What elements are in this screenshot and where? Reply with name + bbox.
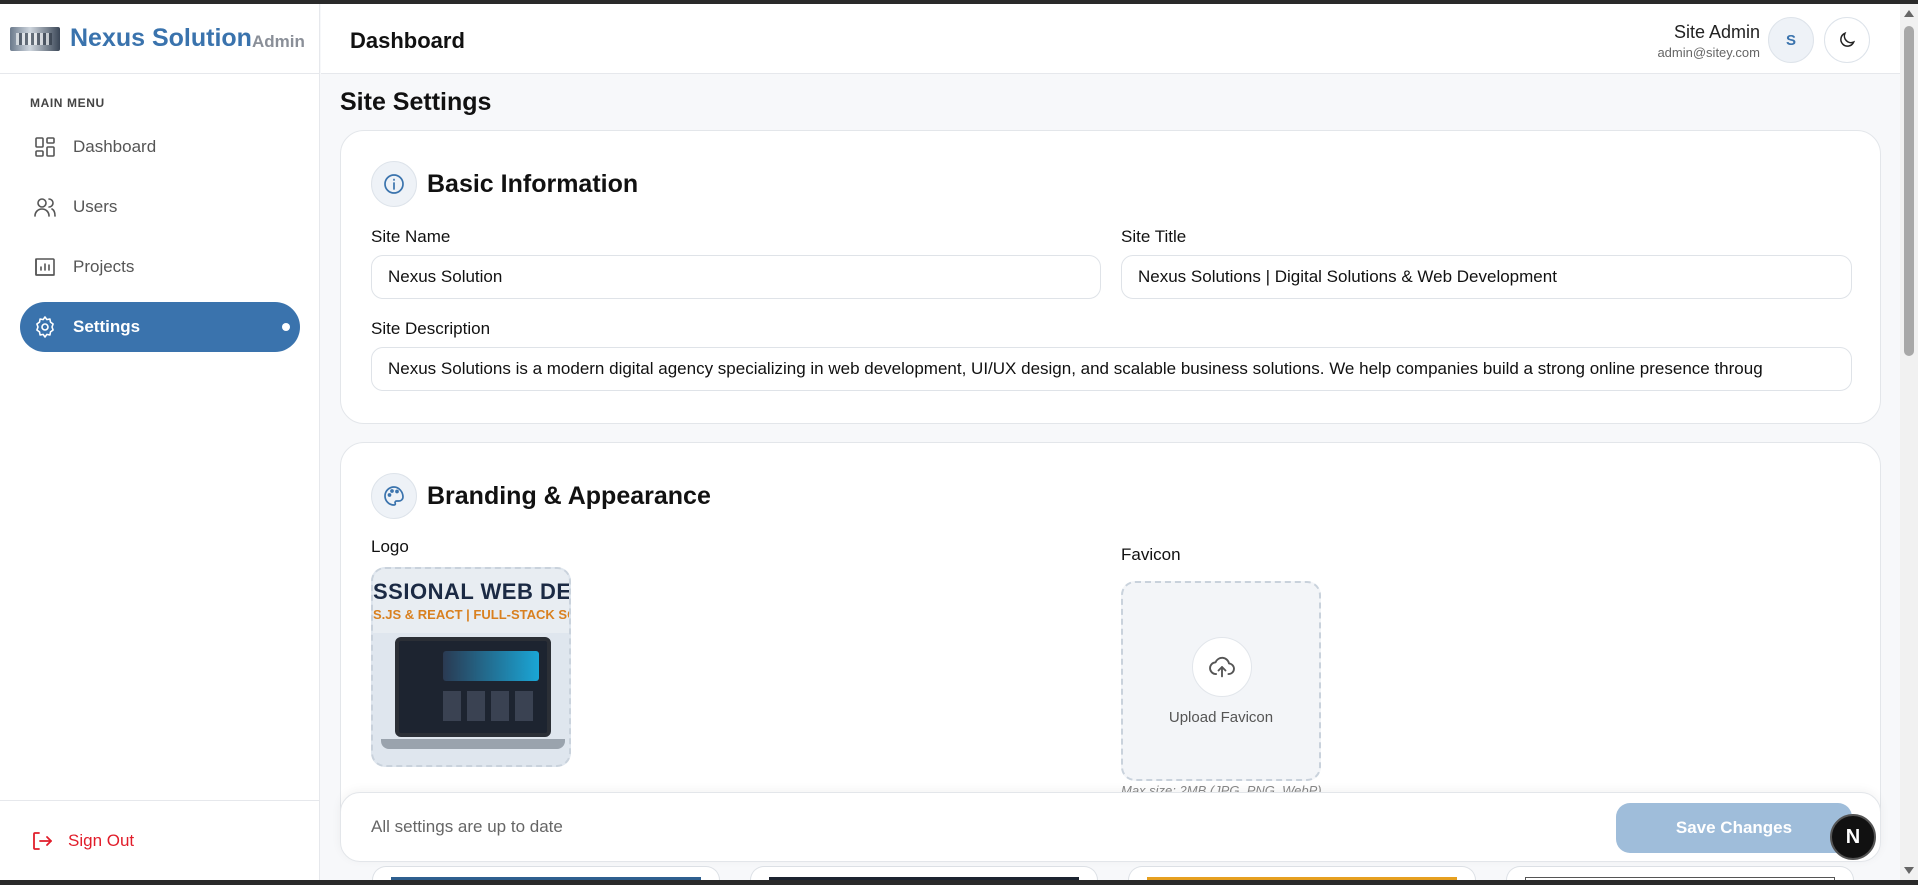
sidebar-item-label: Projects xyxy=(73,257,135,276)
card-header: Branding & Appearance xyxy=(371,473,711,519)
sign-out-button[interactable]: Sign Out xyxy=(0,800,320,880)
peek-card xyxy=(372,866,720,883)
sidebar-item-label: Users xyxy=(73,197,118,216)
top-header: Dashboard Site Admin admin@sitey.com S xyxy=(321,4,1900,74)
projects-icon xyxy=(35,258,55,276)
sidebar-item-users[interactable]: Users xyxy=(20,182,300,232)
laptop-screen-image xyxy=(395,637,551,737)
settings-action-bar: All settings are up to date Save Changes xyxy=(340,792,1881,862)
favicon-upload-dropzone[interactable]: Upload Favicon xyxy=(1121,581,1321,781)
site-title-input[interactable]: Nexus Solutions | Digital Solutions & We… xyxy=(1121,255,1852,299)
logo-label: Logo xyxy=(371,537,409,556)
sidebar-item-label: Dashboard xyxy=(73,137,157,156)
sidebar-item-label: Settings xyxy=(73,317,141,336)
peek-card xyxy=(1506,866,1854,883)
peek-card xyxy=(750,866,1098,883)
brand-logo xyxy=(10,26,60,51)
sidebar: Nexus Solution Admin MAIN MENU Dashboard… xyxy=(0,4,320,880)
brand-suffix: Admin xyxy=(251,31,305,51)
page-title: Site Settings xyxy=(340,88,492,116)
brand-name: Nexus Solution xyxy=(70,24,252,52)
sidebar-item-dashboard[interactable]: Dashboard xyxy=(20,122,300,172)
sidebar-item-settings[interactable]: Settings xyxy=(20,302,300,352)
cloud-upload-icon xyxy=(1209,656,1235,678)
sign-out-label: Sign Out xyxy=(68,830,135,850)
save-changes-button[interactable]: Save Changes xyxy=(1616,803,1852,853)
logo-image-text: SSIONAL WEB DEVELO xyxy=(373,579,571,604)
moon-icon xyxy=(1840,31,1856,47)
scroll-down-arrow-icon[interactable] xyxy=(1904,867,1914,874)
favicon-label: Favicon xyxy=(1121,545,1181,564)
sidebar-item-projects[interactable]: Projects xyxy=(20,242,300,292)
site-title-label: Site Title xyxy=(1121,227,1187,246)
sign-out-icon xyxy=(33,831,52,850)
upload-favicon-text: Upload Favicon xyxy=(1168,709,1274,726)
dashboard-icon xyxy=(35,137,55,157)
scrollbar-thumb[interactable] xyxy=(1904,26,1914,356)
logo-banner: SSIONAL WEB DEVELO S.JS & REACT | FULL-S… xyxy=(373,569,571,633)
avatar[interactable]: S xyxy=(1768,17,1814,63)
theme-toggle-button[interactable] xyxy=(1824,17,1870,63)
page-scrollbar[interactable] xyxy=(1900,4,1918,880)
info-icon-wrap xyxy=(371,161,417,207)
scroll-up-arrow-icon[interactable] xyxy=(1904,10,1914,17)
logo-image-subtext: S.JS & REACT | FULL-STACK SOLUT xyxy=(373,607,569,622)
floating-action-button[interactable]: N xyxy=(1830,814,1876,860)
site-name-input[interactable]: Nexus Solution xyxy=(371,255,1101,299)
site-name-label: Site Name xyxy=(371,227,451,246)
user-email: admin@sitey.com xyxy=(1657,45,1760,60)
palette-icon-wrap xyxy=(371,473,417,519)
window-bottom-edge xyxy=(0,880,1918,885)
site-description-label: Site Description xyxy=(371,319,491,338)
peek-card xyxy=(1128,866,1476,883)
menu-heading: MAIN MENU xyxy=(30,96,105,110)
logo-preview[interactable]: SSIONAL WEB DEVELO S.JS & REACT | FULL-S… xyxy=(371,567,571,767)
user-name: Site Admin xyxy=(1673,22,1760,42)
card-title: Basic Information xyxy=(427,169,639,198)
header-title: Dashboard xyxy=(350,28,465,53)
user-info: Site Admin admin@sitey.com xyxy=(1657,22,1760,60)
users-icon xyxy=(34,198,56,217)
site-description-input[interactable]: Nexus Solutions is a modern digital agen… xyxy=(371,347,1852,391)
info-icon xyxy=(384,174,404,194)
card-title: Branding & Appearance xyxy=(427,481,711,510)
brand[interactable]: Nexus Solution Admin xyxy=(0,4,319,74)
laptop-base-image xyxy=(381,739,565,749)
active-indicator-dot xyxy=(282,323,290,331)
sidebar-nav: Dashboard Users Projects Settings xyxy=(20,122,300,362)
palette-icon xyxy=(384,486,404,506)
upload-icon-wrap xyxy=(1192,637,1252,697)
basic-information-card: Basic Information Site Name Nexus Soluti… xyxy=(340,130,1881,424)
save-status-text: All settings are up to date xyxy=(371,817,563,836)
settings-icon xyxy=(36,316,54,338)
card-header: Basic Information xyxy=(371,161,638,207)
